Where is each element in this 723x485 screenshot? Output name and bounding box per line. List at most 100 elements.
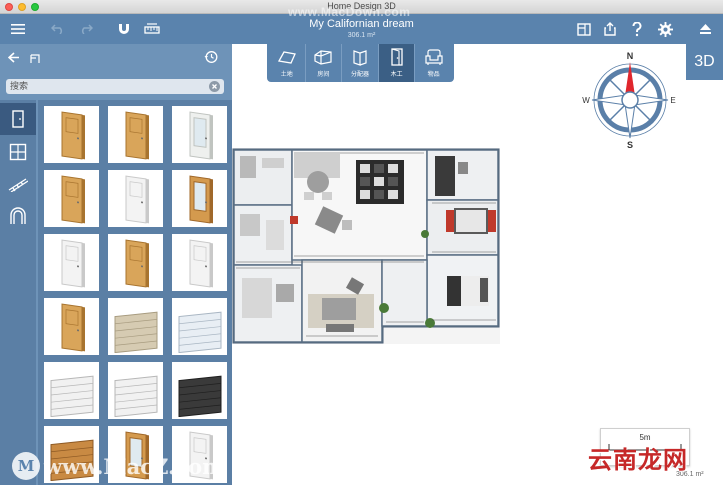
document-area: 306.1 m² (347, 32, 376, 39)
undo-button[interactable] (48, 14, 68, 44)
catalog-item-wood-door[interactable] (44, 170, 99, 227)
category-stairs[interactable] (0, 168, 36, 200)
door-icon (390, 48, 403, 66)
floors-button[interactable] (574, 14, 594, 44)
search-placeholder: 搜索 (10, 81, 29, 91)
wood-slat-door-icon (114, 311, 157, 353)
gear-icon (657, 21, 673, 37)
white-panel-garage-icon (178, 311, 221, 353)
white-glass-door-icon (189, 111, 213, 159)
compass-south: S (627, 140, 633, 150)
dark-garage-door-icon (178, 375, 221, 417)
mode-room[interactable]: 房间 (306, 44, 343, 82)
clear-search-button[interactable] (209, 81, 220, 92)
white-garage-door-icon (114, 375, 157, 417)
hamburger-icon (11, 24, 25, 34)
mode-carpentry-label: 木工 (390, 72, 403, 78)
share-button[interactable] (600, 14, 620, 44)
catalog-item-white-glass-door[interactable] (172, 106, 227, 163)
stairs-icon (8, 178, 28, 192)
window-icon (9, 143, 27, 161)
catalog-item-wood-door[interactable] (108, 234, 163, 291)
divider-icon (353, 50, 367, 66)
ruler-icon (144, 23, 160, 34)
catalog-panel: 搜索 (0, 44, 232, 485)
floor-plan-icon (577, 22, 591, 36)
land-icon (277, 51, 296, 64)
catalog-item-white-door[interactable] (44, 234, 99, 291)
wood-door-icon (125, 111, 149, 159)
catalog-item-dark-garage-door[interactable] (172, 362, 227, 419)
wood-door-icon (125, 239, 149, 287)
mode-land-label: 土地 (280, 72, 293, 78)
mode-objects-label: 物品 (427, 72, 440, 78)
white-garage-door-icon (50, 375, 93, 417)
view-3d-button[interactable]: 3D (686, 44, 723, 80)
search-input[interactable]: 搜索 (6, 79, 224, 94)
catalog-item-white-door[interactable] (108, 170, 163, 227)
compass-east: E (670, 96, 675, 105)
app-window: Home Design 3D My Californian dream 306.… (0, 0, 723, 485)
magnet-button[interactable] (114, 14, 134, 44)
catalog-item-white-panel-garage[interactable] (172, 298, 227, 355)
wood-door-icon (61, 111, 85, 159)
watermark-logo: M (12, 452, 40, 480)
question-icon (632, 21, 642, 36)
catalog-item-white-garage-door[interactable] (44, 362, 99, 419)
category-windows[interactable] (0, 136, 36, 168)
mode-divider[interactable]: 分配器 (342, 44, 379, 82)
white-door-icon (61, 239, 85, 287)
category-arches[interactable] (0, 200, 36, 232)
watermark-bottom-left-text: www.MacZ.com (44, 453, 225, 479)
watermark-bottom-right: 云南龙网 (588, 447, 688, 474)
compass-north: N (627, 51, 634, 61)
mode-carpentry[interactable]: 木工 (378, 44, 416, 82)
redo-button[interactable] (76, 14, 96, 44)
back-button[interactable] (7, 51, 20, 66)
compass-rose[interactable]: N S W E (577, 50, 681, 150)
mode-room-label: 房间 (317, 72, 330, 78)
floor-plan[interactable] (232, 148, 500, 344)
white-door-icon (189, 239, 213, 287)
mode-objects[interactable]: 物品 (415, 44, 452, 82)
compass-west: W (582, 96, 590, 105)
wood-door-icon (61, 175, 85, 223)
close-icon (212, 84, 217, 89)
catalog-item-wood-door[interactable] (108, 106, 163, 163)
magnet-icon (119, 24, 129, 34)
catalog-item-white-door[interactable] (172, 234, 227, 291)
catalog-item-wood-door[interactable] (44, 298, 99, 355)
undo-icon (51, 24, 63, 34)
catalog-item-wood-door[interactable] (44, 106, 99, 163)
eject-icon (699, 24, 711, 34)
help-button[interactable] (627, 14, 647, 44)
share-icon (604, 22, 616, 36)
category-doors[interactable] (0, 103, 36, 135)
menu-button[interactable] (6, 14, 30, 44)
mode-bar: 土地 房间 分配器 木工 物品 (267, 44, 454, 82)
catalog-grid (38, 100, 232, 485)
catalog-item-wood-slat-door[interactable] (108, 298, 163, 355)
door-icon (12, 110, 24, 128)
armchair-icon (425, 49, 443, 65)
panel-header (0, 44, 232, 72)
white-door-icon (125, 175, 149, 223)
wood-door-icon (61, 303, 85, 351)
mode-land[interactable]: 土地 (269, 44, 306, 82)
catalog-item-white-garage-door[interactable] (108, 362, 163, 419)
watermark-bottom-left: M www.MacZ.com (12, 452, 224, 480)
mode-divider-label: 分配器 (350, 72, 369, 78)
settings-button[interactable] (654, 14, 676, 44)
eject-button[interactable] (694, 14, 716, 44)
history-icon (204, 51, 218, 63)
history-button[interactable] (204, 50, 218, 67)
measure-button[interactable] (142, 14, 162, 44)
wood-glass-door-icon (189, 175, 213, 223)
arrow-left-icon (7, 52, 19, 63)
category-rail (0, 100, 36, 485)
catalog-item-wood-glass-door[interactable] (172, 170, 227, 227)
redo-icon (81, 24, 93, 34)
room-icon (314, 50, 332, 65)
watermark-top: www.MacDown.com (288, 5, 411, 19)
document-title: My Californian dream (309, 18, 414, 30)
